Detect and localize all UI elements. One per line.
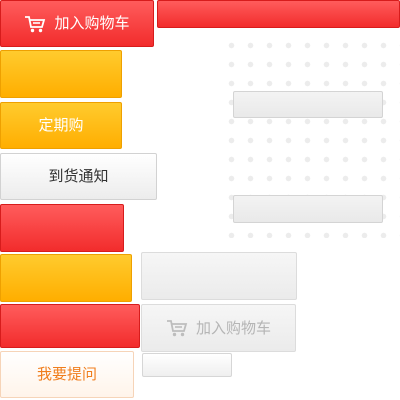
arrival-notice-label: 到货通知 bbox=[48, 167, 109, 185]
red-button-blank[interactable] bbox=[0, 204, 124, 252]
add-to-cart-disabled-label: 加入购物车 bbox=[195, 318, 271, 337]
subscribe-label: 定期购 bbox=[38, 116, 84, 134]
yellow-button-blank[interactable] bbox=[0, 50, 122, 98]
gray-field-top[interactable] bbox=[233, 91, 383, 118]
gray-field-middle[interactable] bbox=[233, 195, 383, 223]
ask-question-label: 我要提问 bbox=[36, 365, 97, 383]
yellow-button-wide-blank[interactable] bbox=[0, 254, 132, 302]
shopping-cart-icon bbox=[24, 15, 46, 33]
red-button-wide-blank[interactable] bbox=[0, 304, 140, 348]
small-gray-button[interactable] bbox=[142, 353, 232, 377]
ask-question-button[interactable]: 我要提问 bbox=[0, 351, 134, 398]
add-to-cart-label: 加入购物车 bbox=[54, 14, 130, 32]
shopping-cart-icon bbox=[166, 319, 188, 337]
disabled-button-blank bbox=[141, 252, 297, 300]
add-to-cart-disabled-button: 加入购物车 bbox=[141, 304, 296, 352]
red-bar-button[interactable] bbox=[157, 0, 400, 28]
arrival-notice-button[interactable]: 到货通知 bbox=[0, 153, 157, 200]
add-to-cart-button[interactable]: 加入购物车 bbox=[0, 0, 154, 47]
subscribe-button[interactable]: 定期购 bbox=[0, 102, 122, 149]
